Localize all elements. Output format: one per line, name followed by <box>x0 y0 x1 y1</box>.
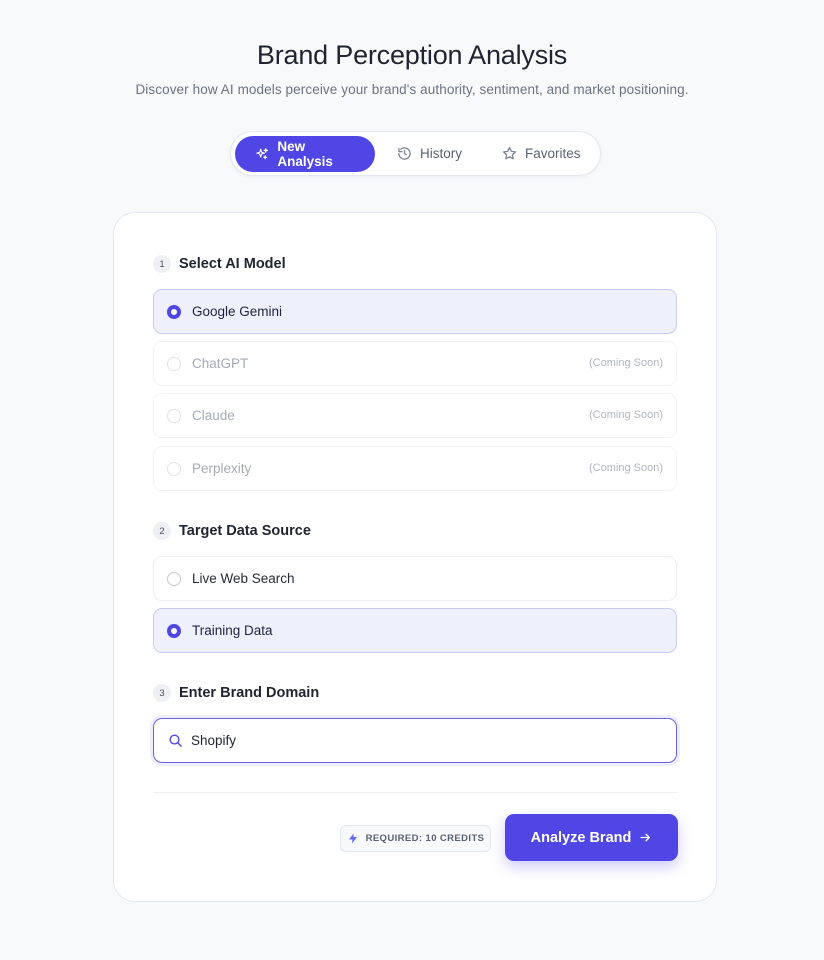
step-number: 2 <box>153 522 171 540</box>
credits-label: REQUIRED: 10 CREDITS <box>365 833 485 844</box>
tab-label: New Analysis <box>277 138 333 169</box>
option-label: Claude <box>192 408 235 423</box>
model-option-claude: Claude (Coming Soon) <box>153 393 677 438</box>
source-option-training-data[interactable]: Training Data <box>153 608 677 653</box>
divider <box>153 792 677 793</box>
option-label: Training Data <box>192 623 273 638</box>
section-data-source: 2 Target Data Source <box>153 522 311 540</box>
radio-button <box>167 462 181 476</box>
sparkles-icon <box>256 147 269 159</box>
section-label: Enter Brand Domain <box>179 685 320 701</box>
tab-label: History <box>420 146 463 161</box>
tab-history[interactable]: History <box>397 136 482 172</box>
arrow-right-icon <box>640 833 651 842</box>
section-label: Target Data Source <box>179 523 311 539</box>
star-icon <box>502 146 517 160</box>
radio-button[interactable] <box>167 624 181 638</box>
coming-soon-label: (Coming Soon) <box>589 357 663 369</box>
analyze-brand-button[interactable]: Analyze Brand <box>505 814 678 861</box>
search-icon <box>169 734 182 747</box>
radio-button[interactable] <box>167 305 181 319</box>
analyze-button-label: Analyze Brand <box>530 829 632 846</box>
page-title: Brand Perception Analysis <box>256 40 568 70</box>
brand-domain-field[interactable] <box>153 718 677 763</box>
radio-button <box>167 409 181 423</box>
tab-favorites[interactable]: Favorites <box>502 136 581 172</box>
option-label: ChatGPT <box>192 356 249 371</box>
analysis-form-card: 1 Select AI Model Google Gemini ChatGPT … <box>113 212 717 902</box>
section-label: Select AI Model <box>179 256 286 272</box>
section-brand-domain: 3 Enter Brand Domain <box>153 684 319 702</box>
option-label: Perplexity <box>192 461 252 476</box>
page-subtitle: Discover how AI models perceive your bra… <box>135 82 689 97</box>
coming-soon-label: (Coming Soon) <box>589 462 663 474</box>
option-label: Live Web Search <box>192 571 295 586</box>
option-label: Google Gemini <box>192 304 283 319</box>
model-option-chatgpt: ChatGPT (Coming Soon) <box>153 341 677 386</box>
tab-new-analysis[interactable]: New Analysis <box>235 135 375 172</box>
required-credits-badge: REQUIRED: 10 CREDITS <box>340 825 491 852</box>
coming-soon-label: (Coming Soon) <box>589 409 663 421</box>
step-number: 3 <box>153 684 171 702</box>
brand-domain-input[interactable] <box>191 733 651 748</box>
radio-button <box>167 357 181 371</box>
analysis-tabs: New Analysis History Favorites <box>230 131 601 176</box>
section-select-model: 1 Select AI Model <box>153 255 286 273</box>
radio-button[interactable] <box>167 572 181 586</box>
history-icon <box>398 147 411 160</box>
model-option-perplexity: Perplexity (Coming Soon) <box>153 446 677 491</box>
tab-label: Favorites <box>525 146 581 161</box>
source-option-live-web-search[interactable]: Live Web Search <box>153 556 677 601</box>
bolt-icon <box>348 833 357 844</box>
step-number: 1 <box>153 255 171 273</box>
model-option-google-gemini[interactable]: Google Gemini <box>153 289 677 334</box>
